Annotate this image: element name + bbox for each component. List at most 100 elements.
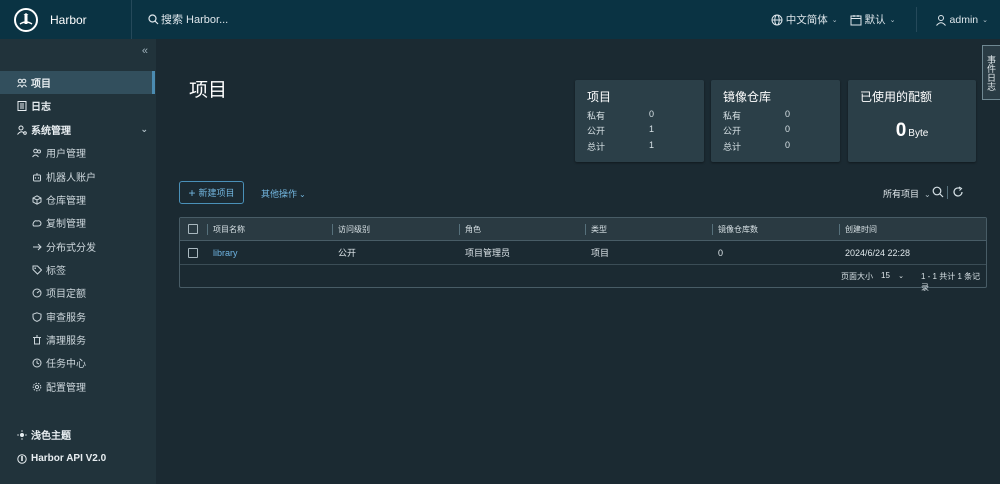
sidebar-item-users[interactable]: 用户管理 xyxy=(0,141,156,164)
sidebar-item-label: 配置管理 xyxy=(46,383,86,394)
sidebar-item-projects[interactable]: 项目 xyxy=(0,71,155,94)
sidebar-item-label: 分布式分发 xyxy=(46,243,96,254)
column-header[interactable]: 访问级别 xyxy=(332,218,370,241)
api-explorer-link[interactable]: Harbor API V2.0 xyxy=(0,447,156,470)
date-format-label: 默认 xyxy=(864,14,886,26)
language-label: 中文简体 xyxy=(785,14,828,26)
page-size-label: 页面大小 xyxy=(841,272,873,281)
sidebar-item-label: 任务中心 xyxy=(46,359,86,370)
projects-table: 项目名称 访问级别 角色 类型 镜像仓库数 创建时间 library 公开 项目… xyxy=(179,217,987,292)
users-icon xyxy=(31,147,42,158)
sidebar-item-label: 仓库管理 xyxy=(46,196,86,207)
button-label: 新建项目 xyxy=(198,188,235,198)
table-header: 项目名称 访问级别 角色 类型 镜像仓库数 创建时间 xyxy=(180,218,986,241)
card-title: 已使用的配额 xyxy=(860,90,933,104)
public-repos-row: 公开 0 xyxy=(723,124,823,137)
access-level: 公开 xyxy=(338,248,357,258)
chevron-down-icon: ⌄ xyxy=(924,190,931,199)
sidebar-item-label: 日志 xyxy=(31,102,51,113)
sidebar-item-logs[interactable]: 日志 xyxy=(0,94,156,117)
row-value: 0 xyxy=(785,140,791,150)
date-format-selector[interactable]: 默认 ⌄ xyxy=(850,12,896,27)
new-project-button[interactable]: + 新建项目 xyxy=(179,181,244,204)
private-projects-row: 私有 0 xyxy=(587,109,687,122)
public-projects-row: 公开 1 xyxy=(587,124,687,137)
replication-icon xyxy=(31,217,42,228)
total-repos-row: 总计 0 xyxy=(723,140,823,153)
sidebar-item-configuration[interactable]: 配置管理 xyxy=(0,375,156,398)
sidebar-item-label: 用户管理 xyxy=(46,149,86,160)
tag-icon xyxy=(31,264,42,275)
brand[interactable]: Harbor xyxy=(0,0,132,39)
sidebar-item-label: 标签 xyxy=(46,266,66,277)
user-icon xyxy=(935,14,946,26)
row-value: 0 xyxy=(785,124,791,134)
search-icon[interactable] xyxy=(932,186,944,198)
sidebar-item-job-service[interactable]: 任务中心 xyxy=(0,351,156,374)
more-actions-dropdown[interactable]: 其他操作 ⌄ xyxy=(261,187,306,200)
sidebar-item-distributions[interactable]: 分布式分发 xyxy=(0,235,156,258)
card-title: 项目 xyxy=(587,90,612,104)
top-header: Harbor 中文简体 ⌄ 默认 ⌄ xyxy=(0,0,1000,39)
shield-icon xyxy=(31,311,42,322)
repositories-summary-card: 镜像仓库 私有 0 公开 0 总计 0 xyxy=(711,80,840,162)
sidebar-item-replications[interactable]: 复制管理 xyxy=(0,211,156,234)
row-checkbox[interactable] xyxy=(188,248,198,258)
column-header[interactable]: 项目名称 xyxy=(207,218,245,241)
page-size-value: 15 xyxy=(881,271,890,280)
robot-icon xyxy=(31,171,42,182)
project-type: 项目 xyxy=(591,248,610,258)
sidebar-item-labels[interactable]: 标签 xyxy=(0,258,156,281)
page-size-select[interactable]: 15 ⌄ xyxy=(881,271,904,280)
search-input[interactable] xyxy=(161,13,281,26)
refresh-icon[interactable] xyxy=(952,186,964,198)
event-log-tab[interactable]: 事件日志 xyxy=(982,45,1000,100)
sidebar-item-registries[interactable]: 仓库管理 xyxy=(0,188,156,211)
row-label: 公开 xyxy=(587,126,606,136)
admin-icon xyxy=(16,124,27,135)
column-header[interactable]: 角色 xyxy=(459,218,481,241)
sidebar: « 项目 日志 系统管理 ⌄ 用户管理 机器人账户 仓库管理 复制管理 分布式分… xyxy=(0,39,156,484)
project-name-link[interactable]: library xyxy=(207,241,238,265)
row-value: 0 xyxy=(785,109,791,119)
row-value: 1 xyxy=(649,124,655,134)
projects-summary-card: 项目 私有 0 公开 1 总计 1 xyxy=(575,80,704,162)
quota-icon xyxy=(31,287,42,298)
column-header[interactable]: 镜像仓库数 xyxy=(712,218,758,241)
column-header[interactable]: 创建时间 xyxy=(839,218,877,241)
chevron-down-icon: ⌄ xyxy=(831,16,838,24)
sidebar-item-interrogation-services[interactable]: 审查服务 xyxy=(0,305,156,328)
filter-label: 所有项目 xyxy=(883,189,920,199)
sidebar-item-project-quotas[interactable]: 项目定额 xyxy=(0,281,156,304)
projects-icon xyxy=(16,77,27,88)
header-divider xyxy=(915,7,917,32)
trash-icon xyxy=(31,334,42,345)
theme-toggle[interactable]: 浅色主题 xyxy=(0,423,156,446)
sidebar-item-label: 项目定额 xyxy=(46,289,86,300)
sidebar-item-admin[interactable]: 系统管理 ⌄ xyxy=(0,118,156,141)
sun-icon xyxy=(16,429,27,440)
project-filter-select[interactable]: 所有项目 ⌄ xyxy=(883,187,931,200)
select-all-checkbox[interactable] xyxy=(188,224,198,234)
plus-icon: + xyxy=(188,185,196,200)
usage-number: 0 xyxy=(895,120,907,141)
search-icon xyxy=(148,14,159,25)
language-selector[interactable]: 中文简体 ⌄ xyxy=(771,12,838,27)
sidebar-item-robot-accounts[interactable]: 机器人账户 xyxy=(0,165,156,188)
sidebar-item-clean-up[interactable]: 清理服务 xyxy=(0,328,156,351)
column-header[interactable]: 类型 xyxy=(585,218,607,241)
logs-icon xyxy=(16,100,27,111)
chevron-down-icon: ⌄ xyxy=(299,190,306,199)
sidebar-item-label: 审查服务 xyxy=(46,313,86,324)
app-name: Harbor xyxy=(50,12,87,27)
chevron-down-icon: ⌄ xyxy=(889,16,896,24)
gear-icon xyxy=(31,381,42,392)
sidebar-item-label: 系统管理 xyxy=(31,126,71,137)
username: admin xyxy=(949,13,979,26)
dropdown-label: 其他操作 xyxy=(261,189,298,199)
user-menu[interactable]: admin ⌄ xyxy=(935,14,988,26)
collapse-sidebar-icon[interactable]: « xyxy=(142,45,148,57)
registry-icon xyxy=(31,194,42,205)
row-label: 公开 xyxy=(723,126,742,136)
storage-usage-value: 0 Byte xyxy=(848,120,976,142)
